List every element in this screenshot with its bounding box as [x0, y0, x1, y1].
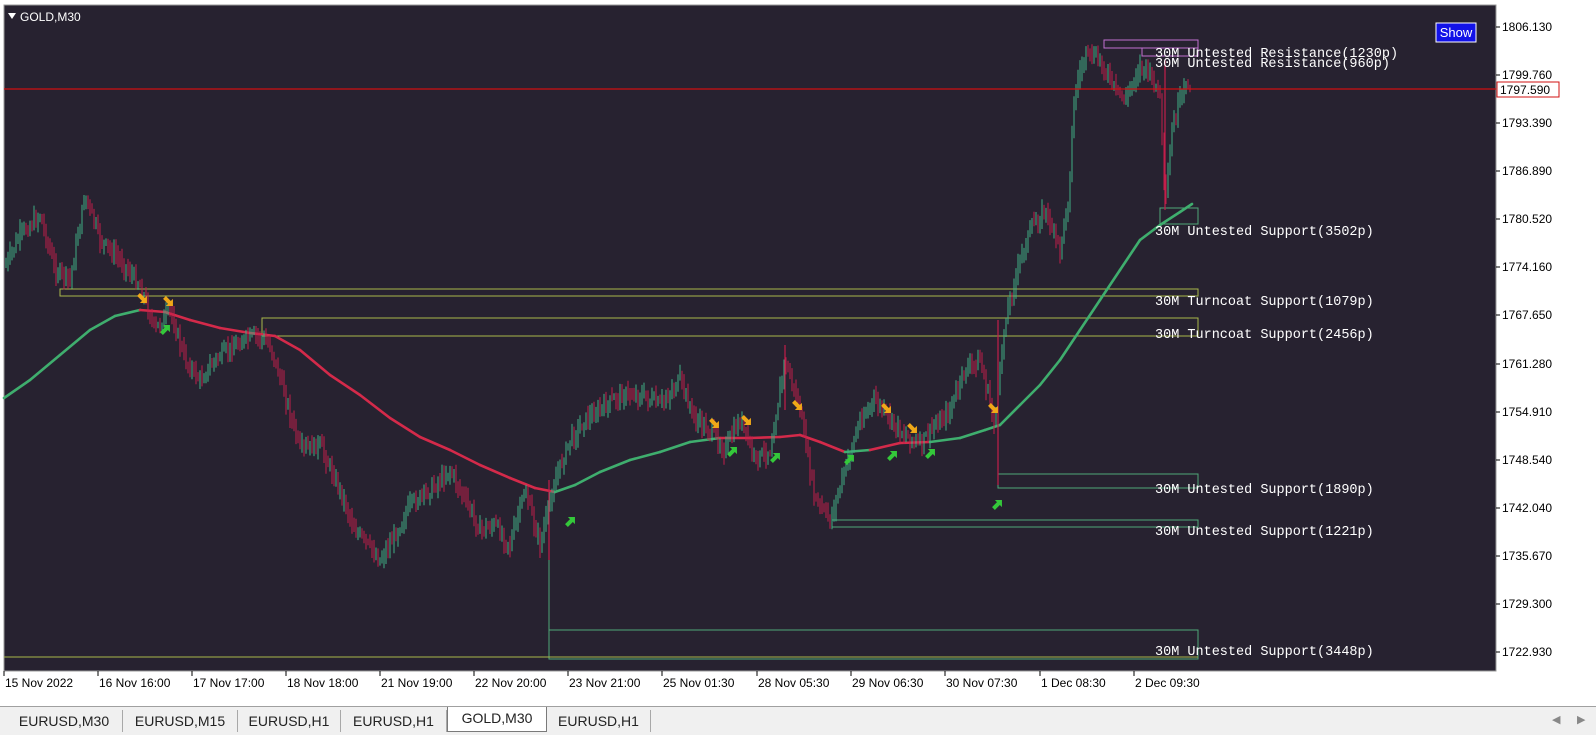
scroll-right-icon[interactable]: ▶	[1577, 713, 1585, 726]
show-button-label: Show	[1440, 25, 1473, 40]
tab-label: EURUSD,M15	[134, 713, 226, 729]
price-tick-label: 1799.760	[1502, 68, 1552, 82]
zone-label: 30M Untested Support(3502p)	[1155, 225, 1374, 240]
zone-label: 30M Untested Support(3448p)	[1155, 645, 1374, 660]
price-tick-label: 1748.540	[1502, 453, 1552, 467]
tab-label: EURUSD,H1	[353, 713, 434, 729]
zone-label: 30M Turncoat Support(1079p)	[1155, 295, 1374, 310]
price-chart[interactable]: 30M Untested Resistance(1230p)30M Untest…	[0, 0, 1596, 706]
time-tick-label: 15 Nov 2022	[5, 676, 73, 690]
price-tick-label: 1767.650	[1502, 308, 1552, 322]
time-tick-label: 17 Nov 17:00	[193, 676, 265, 690]
time-tick-label: 1 Dec 08:30	[1041, 676, 1106, 690]
show-button[interactable]: Show	[1435, 22, 1477, 43]
time-tick-label: 25 Nov 01:30	[663, 676, 735, 690]
tab-eurusd-h1-3[interactable]: EURUSD,H1	[547, 710, 651, 732]
time-tick-label: 21 Nov 19:00	[381, 676, 453, 690]
time-tick-label: 16 Nov 16:00	[99, 676, 171, 690]
chart-tab-bar: EURUSD,M30 EURUSD,M15 EURUSD,H1 EURUSD,H…	[0, 706, 1596, 735]
tab-gold-m30[interactable]: GOLD,M30	[447, 707, 547, 732]
price-tick-label: 1780.520	[1502, 212, 1552, 226]
tab-label: EURUSD,H1	[558, 713, 639, 729]
price-tick-label: 1742.040	[1502, 501, 1552, 515]
price-tick-label: 1735.670	[1502, 549, 1552, 563]
tab-eurusd-h1-2[interactable]: EURUSD,H1	[341, 710, 447, 732]
symbol-title: GOLD,M30	[20, 10, 81, 24]
moving-average-segment	[748, 435, 782, 440]
tab-label: GOLD,M30	[461, 710, 533, 726]
price-tick-label: 1793.390	[1502, 116, 1552, 130]
time-tick-label: 2 Dec 09:30	[1135, 676, 1200, 690]
zone-label: 30M Untested Resistance(960p)	[1155, 57, 1390, 72]
zone-label: 30M Turncoat Support(2456p)	[1155, 328, 1374, 343]
price-tick-label: 1774.160	[1502, 260, 1552, 274]
current-price-marker: 1797.590	[1496, 81, 1560, 98]
price-tick-label: 1729.300	[1502, 597, 1552, 611]
time-tick-label: 29 Nov 06:30	[852, 676, 924, 690]
scroll-left-icon[interactable]: ◀	[1552, 713, 1560, 726]
chart-window[interactable]: 30M Untested Resistance(1230p) 30M Untest…	[0, 0, 1596, 706]
time-tick-label: 28 Nov 05:30	[758, 676, 830, 690]
price-tick-label: 1806.130	[1502, 20, 1552, 34]
tab-label: EURUSD,H1	[248, 713, 330, 729]
tab-label: EURUSD,M30	[18, 713, 110, 729]
tab-eurusd-h1[interactable]: EURUSD,H1	[238, 710, 341, 732]
price-tick-label: 1786.890	[1502, 164, 1552, 178]
time-tick-label: 30 Nov 07:30	[946, 676, 1018, 690]
tab-eurusd-m30[interactable]: EURUSD,M30	[6, 710, 123, 732]
price-tick-label: 1754.910	[1502, 405, 1552, 419]
time-tick-label: 22 Nov 20:00	[475, 676, 547, 690]
time-tick-label: 18 Nov 18:00	[287, 676, 359, 690]
price-tick-label: 1761.280	[1502, 357, 1552, 371]
tab-eurusd-m15[interactable]: EURUSD,M15	[123, 710, 238, 732]
current-price-label: 1797.590	[1500, 83, 1550, 97]
zone-label: 30M Untested Support(1890p)	[1155, 483, 1374, 498]
time-tick-label: 23 Nov 21:00	[569, 676, 641, 690]
price-tick-label: 1722.930	[1502, 645, 1552, 659]
zone-label: 30M Untested Support(1221p)	[1155, 525, 1374, 540]
